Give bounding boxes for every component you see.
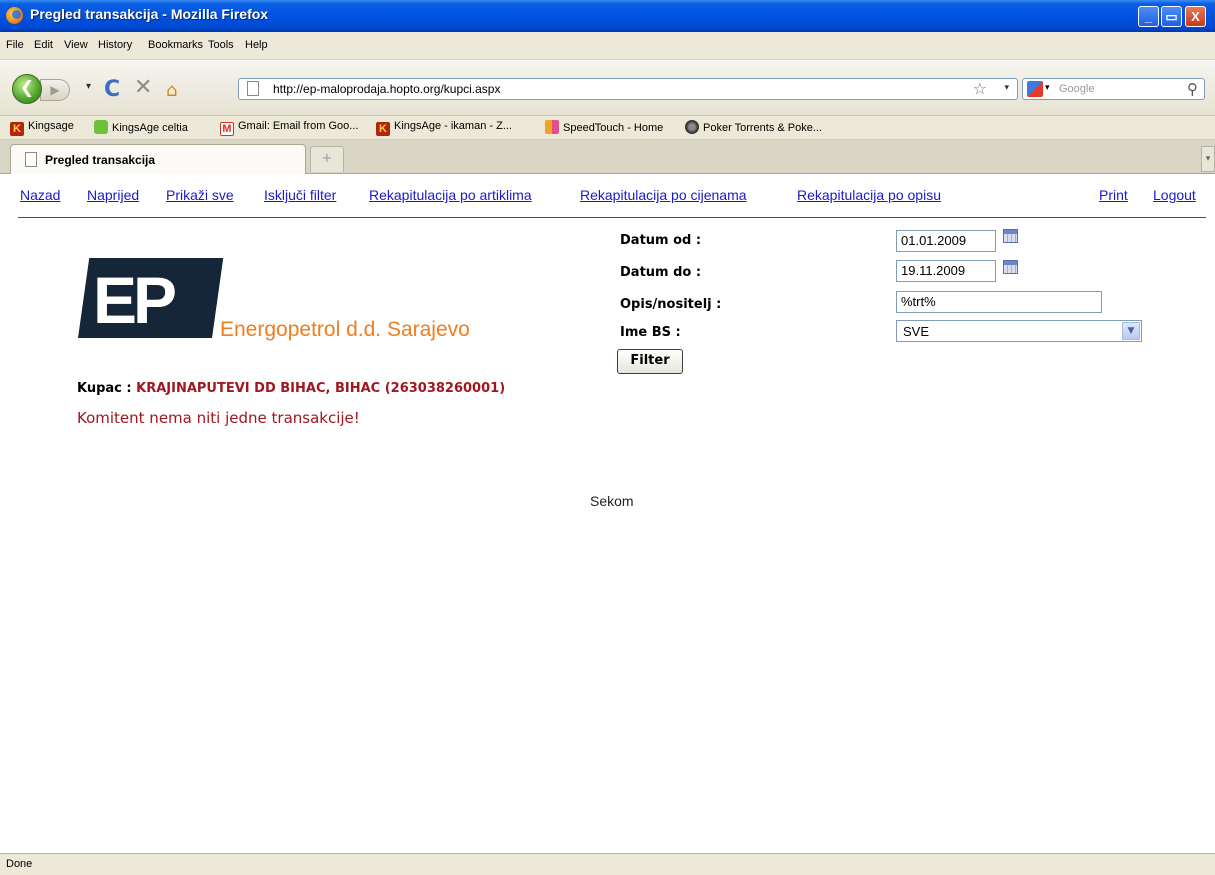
calendar-to-icon[interactable] [1003,260,1018,274]
no-transactions-message: Komitent nema niti jedne transakcije! [77,409,360,427]
bookmarks-toolbar: K Kingsage KingsAge celtia M Gmail: Email … [0,116,1215,140]
header-divider [18,217,1206,218]
footer-text: Sekom [590,493,634,509]
date-to-label: Datum do : [620,265,702,280]
poker-icon [685,120,699,134]
window-title-bar: Pregled transakcija - Mozilla Firefox _ … [0,0,1215,32]
ime-bs-label: Ime BS : [620,325,681,340]
page-icon [25,152,37,167]
bookmark-label: Poker Torrents & Poke... [703,122,823,134]
reload-icon[interactable]: C [104,77,120,102]
date-from-label: Datum od : [620,233,702,248]
menu-bar: File Edit View History Bookmarks Tools H… [0,32,1215,60]
date-from-input[interactable]: 01.01.2009 [896,230,996,252]
customer-info: Kupac : KRAJINAPUTEVI DD BIHAC, BIHAC (2… [77,381,505,396]
customer-label: Kupac : [77,381,137,396]
bookmark-gmail[interactable]: M Gmail: Email from Goo... [220,120,358,136]
new-tab-button[interactable]: + [310,146,344,172]
opis-nositelj-input[interactable]: %trt% [896,291,1102,313]
link-rekapitulacija-cijene[interactable]: Rekapitulacija po cijenama [580,187,747,203]
url-dropdown-icon[interactable]: ▾ [1004,83,1009,93]
kingsage-icon: K [376,122,390,136]
date-to-input[interactable]: 19.11.2009 [896,260,996,282]
tab-title: Pregled transakcija [45,153,156,167]
ep-logo-letters: EP [93,263,177,337]
link-rekapitulacija-artikli[interactable]: Rekapitulacija po artiklima [369,187,532,203]
bookmark-label: Kingsage [28,120,74,132]
link-rekapitulacija-opis[interactable]: Rekapitulacija po opisu [797,187,941,203]
bookmark-label: KingsAge - ikaman - Z... [394,120,512,132]
tab-pregled-transakcija[interactable]: Pregled transakcija [10,144,306,174]
menu-view[interactable]: View [64,39,88,51]
page-icon [247,81,259,96]
link-prikazi-sve[interactable]: Prikaži sve [166,187,234,203]
menu-file[interactable]: File [6,39,24,51]
back-button[interactable]: ❮ [12,74,42,104]
ime-bs-select[interactable]: SVE ▼ [896,320,1142,342]
chat-icon [94,120,108,134]
company-name: Energopetrol d.d. Sarajevo [220,318,470,341]
bookmark-label: KingsAge celtia [112,122,188,134]
link-nazad[interactable]: Nazad [20,187,60,203]
bookmark-label: Gmail: Email from Goo... [238,120,359,132]
gmail-icon: M [220,122,234,136]
filter-button[interactable]: Filter [617,349,683,374]
bookmark-label: SpeedTouch - Home [563,122,664,134]
search-icon[interactable]: ⚲ [1187,80,1198,98]
menu-bookmarks[interactable]: Bookmarks [148,39,203,51]
bookmark-kingsage-celtia[interactable]: KingsAge celtia [94,120,188,134]
close-button[interactable]: X [1185,6,1206,27]
bookmark-star-icon[interactable]: ☆ [973,79,987,98]
customer-value: KRAJINAPUTEVI DD BIHAC, BIHAC (263038260… [136,381,506,396]
search-bar[interactable]: ▾ Google ⚲ [1022,78,1205,100]
search-engine-icon[interactable] [1027,81,1043,97]
tab-strip: Pregled transakcija + ▾ [0,140,1215,174]
link-logout[interactable]: Logout [1153,187,1196,203]
search-engine-dropdown-icon[interactable]: ▾ [1045,83,1050,93]
url-bar[interactable]: http://ep-maloprodaja.hopto.org/kupci.as… [238,78,1018,100]
calendar-from-icon[interactable] [1003,229,1018,243]
minimize-button[interactable]: _ [1138,6,1159,27]
stop-icon[interactable]: ✕ [134,75,152,100]
menu-history[interactable]: History [98,39,132,51]
home-icon[interactable]: ⌂ [166,80,177,101]
menu-help[interactable]: Help [245,39,268,51]
chevron-down-icon[interactable]: ▼ [1122,322,1140,340]
forward-button[interactable]: ▶ [40,79,70,101]
bookmark-kingsage[interactable]: K Kingsage [10,120,74,136]
bookmark-kingsage-ikaman[interactable]: K KingsAge - ikaman - Z... [376,120,512,136]
menu-edit[interactable]: Edit [34,39,53,51]
url-text[interactable]: http://ep-maloprodaja.hopto.org/kupci.as… [273,82,500,96]
status-bar: Done [0,853,1215,875]
kingsage-icon: K [10,122,24,136]
firefox-logo-icon [6,7,23,24]
link-naprijed[interactable]: Naprijed [87,187,139,203]
menu-tools[interactable]: Tools [208,39,234,51]
search-placeholder[interactable]: Google [1059,83,1094,95]
link-print[interactable]: Print [1099,187,1128,203]
opis-nositelj-label: Opis/nositelj : [620,297,722,312]
history-dropdown-icon[interactable]: ▾ [86,81,91,92]
maximize-button[interactable]: ▭ [1161,6,1182,27]
link-iskljuci-filter[interactable]: Isključi filter [264,187,336,203]
tab-list-dropdown-icon[interactable]: ▾ [1201,146,1215,172]
bookmark-speedtouch[interactable]: SpeedTouch - Home [545,120,663,134]
window-title: Pregled transakcija - Mozilla Firefox [30,6,269,22]
navigation-toolbar: ▶ ❮ ▾ C ✕ ⌂ http://ep-maloprodaja.hopto.… [0,60,1215,116]
speedtouch-icon [545,120,559,134]
status-text: Done [6,858,33,870]
ime-bs-selected-value: SVE [903,324,930,339]
bookmark-poker-torrents[interactable]: Poker Torrents & Poke... [685,120,822,134]
